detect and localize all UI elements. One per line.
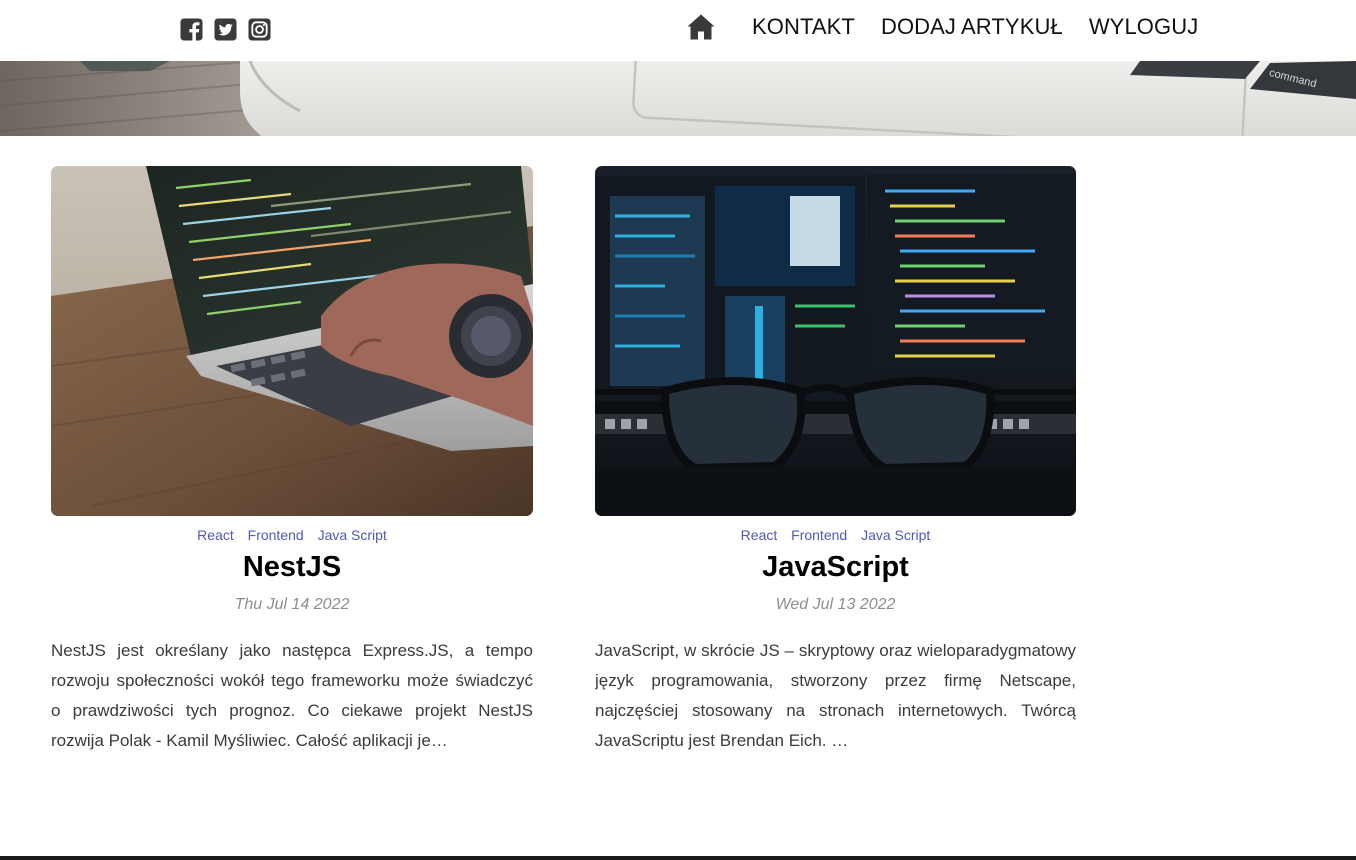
tag-link[interactable]: Frontend: [791, 527, 847, 543]
article-excerpt-text: NestJS jest określany jako następca Expr…: [51, 641, 533, 750]
twitter-icon[interactable]: [214, 18, 237, 41]
instagram-icon[interactable]: [248, 18, 271, 41]
article-tags: React Frontend Java Script: [51, 527, 533, 543]
article-thumbnail-monitors-glasses-photo[interactable]: [595, 166, 1076, 516]
article-tags: React Frontend Java Script: [595, 527, 1076, 543]
nav-wyloguj[interactable]: WYLOGUJ: [1089, 13, 1199, 41]
hero-banner-image: command: [0, 61, 1356, 136]
article-thumbnail-laptop-hand-photo[interactable]: [51, 166, 533, 516]
article-date: Thu Jul 14 2022: [234, 596, 350, 613]
facebook-icon[interactable]: [180, 18, 203, 41]
social-links: [180, 18, 282, 41]
footer-divider: [0, 856, 1356, 860]
top-navbar: KONTAKT DODAJ ARTYKUŁ WYLOGUJ: [0, 0, 1356, 60]
article-excerpt-text: JavaScript, w skrócie JS – skryptowy ora…: [595, 641, 1076, 750]
article-date: Wed Jul 13 2022: [775, 596, 896, 613]
article-card: React Frontend Java Script NestJS Thu Ju…: [51, 166, 533, 756]
tag-link[interactable]: Java Script: [861, 527, 930, 543]
article-excerpt: NestJS jest określany jako następca Expr…: [51, 636, 533, 756]
article-title[interactable]: NestJS: [51, 549, 533, 585]
tag-link[interactable]: React: [197, 527, 234, 543]
tag-link[interactable]: Frontend: [248, 527, 304, 543]
tag-link[interactable]: React: [741, 527, 778, 543]
nav-kontakt[interactable]: KONTAKT: [752, 13, 855, 41]
main-nav: KONTAKT DODAJ ARTYKUŁ WYLOGUJ: [686, 13, 1224, 41]
nav-dodaj-artykul[interactable]: DODAJ ARTYKUŁ: [881, 13, 1063, 41]
home-icon[interactable]: [686, 13, 716, 41]
article-excerpt: JavaScript, w skrócie JS – skryptowy ora…: [595, 636, 1076, 756]
article-card: React Frontend Java Script JavaScript We…: [595, 166, 1076, 756]
article-title[interactable]: JavaScript: [595, 549, 1076, 585]
tag-link[interactable]: Java Script: [318, 527, 387, 543]
